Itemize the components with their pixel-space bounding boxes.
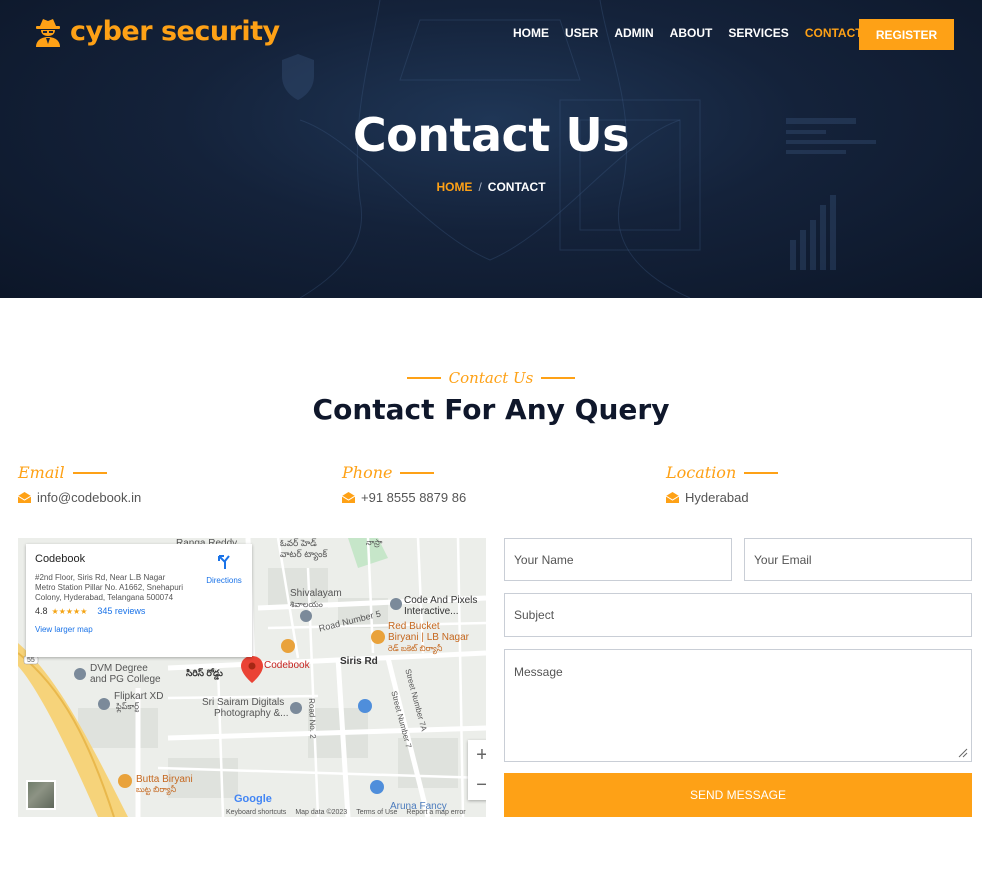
place-address: #2nd Floor, Siris Rd, Near L.B Nagar Met… bbox=[35, 573, 184, 602]
section-eyebrow-text: Contact Us bbox=[448, 369, 534, 387]
envelope-open-icon bbox=[342, 492, 355, 503]
main-nav: HOME USER ADMIN ABOUT SERVICES CONTACT bbox=[513, 26, 879, 40]
hero-banner: cyber security HOME USER ADMIN ABOUT SER… bbox=[0, 0, 982, 298]
zoom-controls: + − bbox=[468, 740, 486, 800]
zoom-out-button[interactable]: − bbox=[468, 770, 486, 800]
email-heading: Email bbox=[18, 463, 65, 482]
map-label: Butta Biryani bbox=[136, 774, 193, 785]
envelope-open-icon bbox=[666, 492, 679, 503]
satellite-toggle[interactable] bbox=[26, 780, 56, 810]
email-value[interactable]: info@codebook.in bbox=[37, 490, 141, 505]
divider bbox=[72, 471, 107, 474]
breadcrumb-home-link[interactable]: HOME bbox=[436, 180, 472, 194]
message-field[interactable]: Message bbox=[504, 649, 972, 762]
message-placeholder: Message bbox=[514, 665, 563, 679]
map-info-card: Codebook #2nd Floor, Siris Rd, Near L.B … bbox=[26, 544, 252, 657]
nav-home[interactable]: HOME bbox=[513, 26, 549, 40]
breadcrumb-current: CONTACT bbox=[487, 180, 546, 194]
section-title: Contact For Any Query bbox=[312, 393, 670, 426]
phone-info: Phone +91 8555 8879 86 bbox=[342, 463, 466, 505]
divider bbox=[406, 377, 441, 379]
nav-services[interactable]: SERVICES bbox=[728, 26, 788, 40]
nav-about[interactable]: ABOUT bbox=[670, 26, 713, 40]
register-button[interactable]: REGISTER bbox=[859, 19, 954, 50]
divider bbox=[744, 471, 779, 474]
directions-label: Directions bbox=[206, 576, 242, 585]
resize-handle-icon[interactable] bbox=[958, 748, 968, 758]
map-label: శివాలయం bbox=[290, 600, 323, 609]
hacker-icon bbox=[36, 18, 60, 47]
breadcrumb: HOME / CONTACT bbox=[0, 180, 982, 194]
map-label: Biryani | LB Nagar bbox=[388, 632, 469, 643]
rating-value: 4.8 bbox=[35, 606, 48, 616]
map-data-text: Map data ©2023 bbox=[295, 809, 348, 816]
map-label: Flipkart XD bbox=[114, 691, 164, 702]
map-label: Sri Sairam Digitals bbox=[202, 697, 285, 708]
map-label: నాస్రా bbox=[366, 538, 383, 547]
subject-field[interactable]: Subject bbox=[504, 593, 972, 637]
google-logo: Google bbox=[234, 793, 272, 805]
map-label: and PG College bbox=[90, 674, 161, 685]
google-map[interactable]: Ranga Reddy ఓవర్ హెడ్ వాటర్ ట్యాంక్ నాస్… bbox=[18, 538, 486, 817]
nav-admin[interactable]: ADMIN bbox=[614, 26, 653, 40]
brand-logo[interactable]: cyber security bbox=[34, 16, 280, 47]
name-field[interactable]: Your Name bbox=[504, 538, 732, 581]
directions-icon bbox=[218, 555, 230, 569]
map-label: సిరిస్ రోడ్డు bbox=[186, 668, 223, 678]
map-label: Siris Rd bbox=[340, 656, 378, 667]
nav-user[interactable]: USER bbox=[565, 26, 598, 40]
map-label: DVM Degree bbox=[90, 663, 148, 674]
map-label: బుట్ట బిర్యానీ bbox=[136, 785, 177, 794]
nav-contact[interactable]: CONTACT bbox=[805, 26, 863, 40]
section-eyebrow: Contact Us bbox=[0, 369, 982, 387]
email-info: Email info@codebook.in bbox=[18, 463, 141, 505]
map-label: Code And Pixels bbox=[404, 595, 478, 606]
map-footer: Keyboard shortcuts Map data ©2023 Terms … bbox=[226, 809, 466, 816]
map-label: Photography &... bbox=[214, 708, 289, 719]
brand-name: cyber security bbox=[70, 16, 280, 47]
envelope-open-icon bbox=[18, 492, 31, 503]
map-pin-label[interactable]: Codebook bbox=[264, 660, 310, 671]
send-message-button[interactable]: SEND MESSAGE bbox=[504, 773, 972, 817]
map-label: ఫ్లిప్‌కార్ట్ bbox=[116, 702, 140, 711]
location-value: Hyderabad bbox=[685, 490, 749, 505]
email-field[interactable]: Your Email bbox=[744, 538, 972, 581]
phone-heading: Phone bbox=[342, 463, 393, 482]
page-title: Contact Us bbox=[352, 108, 630, 162]
report-error-link[interactable]: Report a map error bbox=[406, 809, 465, 816]
email-placeholder: Your Email bbox=[754, 552, 812, 567]
map-label: Road No. 2 bbox=[307, 698, 318, 739]
location-heading: Location bbox=[666, 463, 737, 482]
rating-stars: ★★★★★ bbox=[51, 606, 88, 616]
map-label: Shivalayam bbox=[290, 588, 342, 599]
divider bbox=[400, 471, 435, 474]
divider bbox=[541, 377, 576, 379]
highway-shield: 55 bbox=[27, 657, 35, 664]
subject-placeholder: Subject bbox=[514, 608, 555, 622]
map-label: ఓవర్ హెడ్ వాటర్ ట్యాంక్ bbox=[280, 538, 328, 559]
zoom-in-button[interactable]: + bbox=[468, 740, 486, 770]
breadcrumb-separator: / bbox=[478, 180, 482, 194]
reviews-link[interactable]: 345 reviews bbox=[97, 606, 145, 616]
name-placeholder: Your Name bbox=[514, 552, 574, 567]
place-rating: 4.8 ★★★★★ 345 reviews bbox=[35, 606, 243, 616]
terms-link[interactable]: Terms of Use bbox=[356, 809, 397, 816]
map-label: రెడ్ బకెట్ బిర్యానీ bbox=[388, 644, 443, 653]
directions-button[interactable]: Directions bbox=[202, 554, 246, 585]
keyboard-shortcuts-link[interactable]: Keyboard shortcuts bbox=[226, 809, 286, 816]
map-label: Red Bucket bbox=[388, 621, 440, 632]
view-larger-map-link[interactable]: View larger map bbox=[35, 625, 243, 634]
location-info: Location Hyderabad bbox=[666, 463, 779, 505]
map-label: Interactive... bbox=[404, 606, 459, 617]
phone-value[interactable]: +91 8555 8879 86 bbox=[361, 490, 466, 505]
